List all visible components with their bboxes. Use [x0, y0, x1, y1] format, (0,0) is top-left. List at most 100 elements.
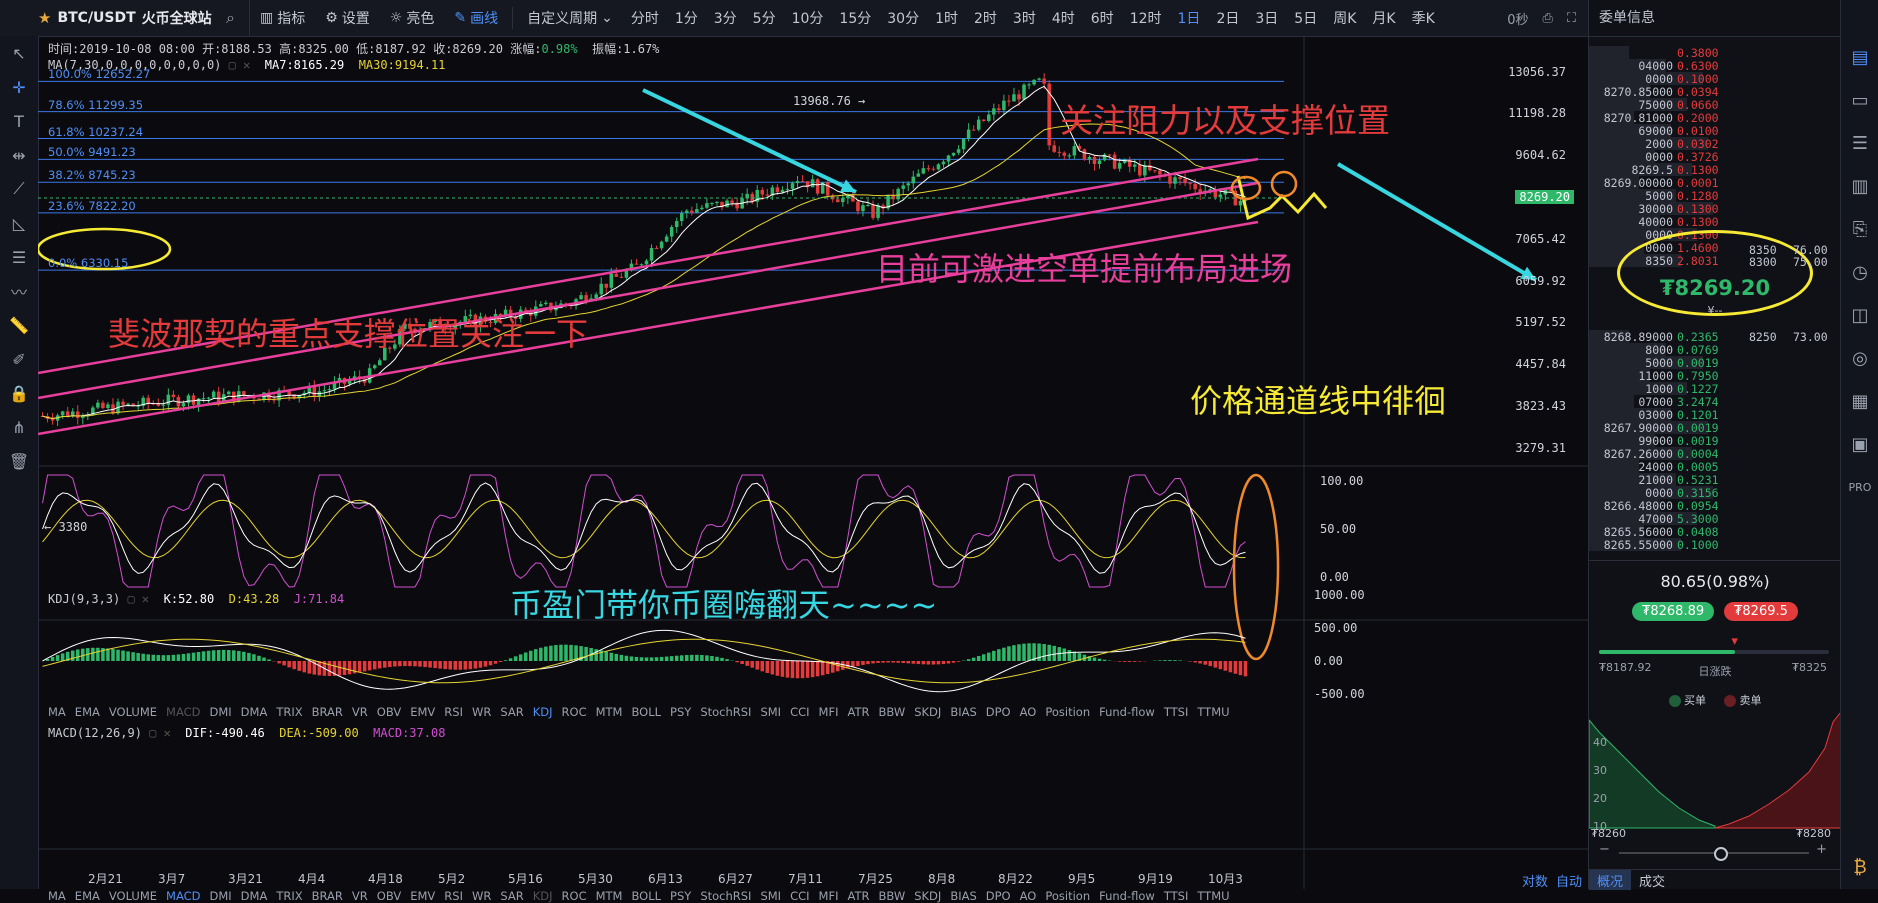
indicator-tab-sar[interactable]: SAR — [500, 889, 523, 903]
layers-icon[interactable]: ◫ — [1841, 294, 1878, 337]
bid-row[interactable]: 8267.90000 0.0019 — [1589, 421, 1841, 435]
ask-row[interactable]: 8270.85000 0.0394 — [1589, 85, 1841, 99]
period-18[interactable]: 月K — [1364, 8, 1403, 28]
indicator-tab-vr[interactable]: VR — [352, 705, 368, 719]
star-icon[interactable]: ★ — [38, 9, 51, 27]
period-12[interactable]: 12时 — [1122, 8, 1170, 28]
indicator-tab-stochrsi[interactable]: StochRSI — [700, 889, 751, 903]
period-1[interactable]: 1分 — [667, 8, 706, 28]
indicator-tab-ema[interactable]: EMA — [75, 889, 100, 903]
brush-icon[interactable]: ✐ — [0, 342, 38, 376]
indicator-tab-emv[interactable]: EMV — [410, 889, 435, 903]
indicator-tab-mtm[interactable]: MTM — [596, 889, 623, 903]
indicator-tab-rsi[interactable]: RSI — [444, 705, 463, 719]
indicator-tab-sar[interactable]: SAR — [500, 705, 523, 719]
chart-canvas[interactable]: 100.00 50.00 0.00 1000.00 500.00 0.00 -500.00 — [38, 36, 1588, 889]
log-scale-button[interactable]: 对数 — [1522, 871, 1548, 890]
period-10[interactable]: 4时 — [1044, 8, 1083, 28]
indicator-tab-atr[interactable]: ATR — [847, 889, 869, 903]
bid-row[interactable]: 47000 5.3000 — [1589, 512, 1841, 526]
indicator-tab-cci[interactable]: CCI — [790, 889, 809, 903]
ask-row[interactable]: 5000 0.1280 — [1589, 189, 1841, 203]
indicator-tab-obv[interactable]: OBV — [377, 705, 401, 719]
search-icon[interactable]: ⌕ — [226, 8, 235, 28]
custom-period-dropdown[interactable]: 自定义周期 ⌄ — [517, 0, 623, 36]
indicator-tab-brar[interactable]: BRAR — [312, 705, 343, 719]
indicator-tab-roc[interactable]: ROC — [562, 889, 587, 903]
indicator-tab-wr[interactable]: WR — [472, 889, 491, 903]
plus-icon[interactable]: + — [1816, 842, 1827, 857]
indicator-tab-ttsi[interactable]: TTSI — [1164, 889, 1189, 903]
bid-row[interactable]: 24000 0.0005 — [1589, 460, 1841, 474]
indicator-tab-stochrsi[interactable]: StochRSI — [700, 705, 751, 719]
indicator-tab-brar[interactable]: BRAR — [312, 889, 343, 903]
minus-icon[interactable]: − — [1599, 842, 1610, 857]
indicator-tab-trix[interactable]: TRIX — [276, 705, 302, 719]
crosshair-icon[interactable]: ✛ — [0, 70, 38, 104]
document-icon[interactable]: ▭ — [1841, 79, 1878, 122]
indicator-tab-smi[interactable]: SMI — [760, 705, 781, 719]
orderbook-icon[interactable]: ▤ — [1841, 36, 1878, 79]
fib-levels-icon[interactable]: ☰ — [0, 240, 38, 274]
indicator-tab-emv[interactable]: EMV — [410, 705, 435, 719]
indicator-tab-kdj[interactable]: KDJ — [533, 889, 553, 903]
indicator-tab-psy[interactable]: PSY — [670, 889, 691, 903]
trash-icon[interactable]: 🗑 — [0, 444, 38, 478]
indicator-tab-ttsi[interactable]: TTSI — [1164, 705, 1189, 719]
indicator-tab-ao[interactable]: AO — [1020, 705, 1037, 719]
depth-zoom-slider[interactable]: − + — [1589, 842, 1841, 861]
period-4[interactable]: 10分 — [784, 8, 832, 28]
lock-icon[interactable]: 🔒 — [0, 376, 38, 410]
indicator-tab-bbw[interactable]: BBW — [878, 705, 905, 719]
indicator-tab-kdj[interactable]: KDJ — [533, 705, 553, 719]
indicator-tab-boll[interactable]: BOLL — [631, 889, 661, 903]
ask-row[interactable]: 2000 0.0302 — [1589, 137, 1841, 151]
indicator-tab-dpo[interactable]: DPO — [986, 705, 1011, 719]
period-14[interactable]: 2日 — [1208, 8, 1247, 28]
period-15[interactable]: 3日 — [1247, 8, 1286, 28]
bar-chart-icon[interactable]: ▥ — [1841, 165, 1878, 208]
clock-icon[interactable]: ◷ — [1841, 251, 1878, 294]
period-11[interactable]: 6时 — [1083, 8, 1122, 28]
wave-tool-icon[interactable]: 〰 — [0, 274, 38, 308]
indicator-tab-position[interactable]: Position — [1045, 705, 1090, 719]
depth-chart[interactable]: 40302010 — [1589, 712, 1841, 832]
indicator-tab-bbw[interactable]: BBW — [878, 889, 905, 903]
indicator-tab-volume[interactable]: VOLUME — [109, 705, 157, 719]
bid-row[interactable]: 1000 0.1227 — [1589, 382, 1841, 396]
tab-trades[interactable]: 成交 — [1631, 870, 1673, 890]
sell-price-button[interactable]: ₮8269.5 — [1724, 602, 1798, 621]
triangle-icon[interactable]: ◺ — [0, 206, 38, 240]
indicator-tab-cci[interactable]: CCI — [790, 705, 809, 719]
indicator-tab-volume[interactable]: VOLUME — [109, 889, 157, 903]
pro-icon[interactable]: PRO — [1841, 466, 1878, 509]
tab-overview[interactable]: 概况 — [1589, 870, 1632, 890]
indicator-tab-dmi[interactable]: DMI — [210, 889, 232, 903]
indicator-tab-dpo[interactable]: DPO — [986, 889, 1011, 903]
indicator-tab-mfi[interactable]: MFI — [819, 889, 839, 903]
period-6[interactable]: 30分 — [879, 8, 927, 28]
indicator-tab-skdj[interactable]: SKDJ — [914, 889, 941, 903]
indicator-tab-position[interactable]: Position — [1045, 889, 1090, 903]
price-channel-line[interactable] — [38, 181, 1259, 400]
period-13[interactable]: 1日 — [1170, 8, 1209, 28]
period-8[interactable]: 2时 — [966, 8, 1005, 28]
camera-icon[interactable]: ⎙ — [1542, 11, 1552, 26]
indicator-tab-ttmu[interactable]: TTMU — [1197, 889, 1229, 903]
wallet-icon[interactable]: ▣ — [1841, 423, 1878, 466]
indicator-tab-psy[interactable]: PSY — [670, 705, 691, 719]
indicator-tab-bias[interactable]: BIAS — [950, 889, 976, 903]
indicator-tab-ema[interactable]: EMA — [75, 705, 100, 719]
ask-row[interactable]: 8269.5 0.1300 — [1589, 163, 1841, 177]
ask-row[interactable]: 0000 0.3726 — [1589, 150, 1841, 164]
indicator-tab-fund-flow[interactable]: Fund-flow — [1099, 705, 1155, 719]
text-tool-icon[interactable]: T — [0, 104, 38, 138]
bid-row[interactable]: 8267.26000 0.0004 — [1589, 447, 1841, 461]
cyan-arrow-right[interactable] — [1336, 162, 1538, 282]
ask-row[interactable]: 8269.00000 0.0001 — [1589, 176, 1841, 190]
bid-row[interactable]: 99000 0.0019 — [1589, 434, 1841, 448]
indicator-tab-mtm[interactable]: MTM — [596, 705, 623, 719]
period-16[interactable]: 5日 — [1286, 8, 1325, 28]
period-3[interactable]: 5分 — [745, 8, 784, 28]
bid-row[interactable]: 0000 0.3156 — [1589, 486, 1841, 500]
